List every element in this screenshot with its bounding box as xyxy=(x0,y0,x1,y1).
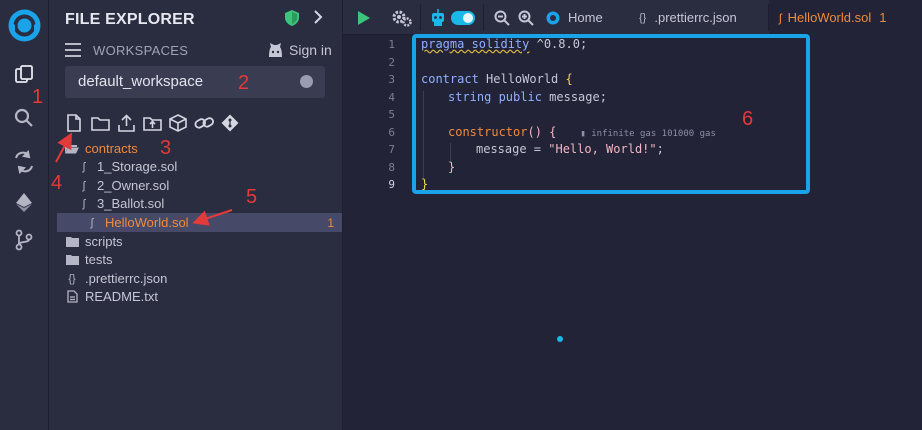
tree-folder-tests[interactable]: tests xyxy=(49,250,342,269)
line-number: 7 xyxy=(388,143,395,156)
tree-item-label: scripts xyxy=(85,234,123,249)
editor-topbar: Home {} .prettierrc.json ʃ HelloWorld.so… xyxy=(343,0,922,35)
tab-prettierrc[interactable]: {} .prettierrc.json xyxy=(639,0,737,35)
deploy-run-icon[interactable] xyxy=(12,190,36,214)
tree-item-label: 2_Owner.sol xyxy=(97,178,170,193)
select-arrow-icon xyxy=(300,75,313,88)
folder-icon xyxy=(65,254,79,265)
run-icon[interactable] xyxy=(357,8,371,28)
settings-gears-icon[interactable] xyxy=(391,8,413,28)
solidity-file-icon: ʃ xyxy=(82,160,86,173)
zoom-out-icon[interactable] xyxy=(494,8,510,28)
workspace-select-value: default_workspace xyxy=(78,73,204,90)
github-icon xyxy=(269,42,282,57)
error-count-badge: 1 xyxy=(327,215,334,230)
tree-file-3-ballot[interactable]: ʃ 3_Ballot.sol xyxy=(49,194,342,213)
line-number: 5 xyxy=(388,108,395,121)
line-number: 6 xyxy=(388,126,395,139)
json-file-icon: {} xyxy=(639,11,647,24)
tree-folder-contracts[interactable]: contracts xyxy=(49,139,342,158)
tree-file-readme[interactable]: README.txt xyxy=(49,287,342,306)
chevron-right-icon[interactable] xyxy=(313,10,323,28)
tree-file-1-storage[interactable]: ʃ 1_Storage.sol xyxy=(49,157,342,176)
sign-in-label: Sign in xyxy=(289,42,332,58)
tab-label: HelloWorld.sol xyxy=(787,10,872,25)
tab-home[interactable]: Home xyxy=(546,0,613,35)
annotation-number: 6 xyxy=(742,108,754,130)
line-number: 3 xyxy=(388,73,395,86)
file-explorer-icon[interactable] xyxy=(12,62,36,86)
tree-file-prettierrc[interactable]: {} .prettierrc.json xyxy=(49,269,342,288)
line-number: 1 xyxy=(388,38,395,51)
annotation-number: 2 xyxy=(238,72,250,94)
zoom-in-icon[interactable] xyxy=(518,8,534,28)
tab-helloworld[interactable]: ʃ HelloWorld.sol 1 xyxy=(769,0,922,35)
tree-file-2-owner[interactable]: ʃ 2_Owner.sol xyxy=(49,176,342,195)
tab-error-badge: 1 xyxy=(879,10,887,25)
tab-label: .prettierrc.json xyxy=(654,10,737,25)
new-folder-icon[interactable] xyxy=(90,113,110,133)
annotation-number: 1 xyxy=(32,86,44,108)
workspaces-label: WORKSPACES xyxy=(93,43,189,58)
package-icon[interactable] xyxy=(168,113,188,133)
icon-rail xyxy=(0,0,49,430)
tree-item-label: .prettierrc.json xyxy=(85,271,168,286)
tree-item-label: 3_Ballot.sol xyxy=(97,196,165,211)
sign-in-button[interactable]: Sign in xyxy=(267,42,332,58)
panel-title: FILE EXPLORER xyxy=(65,11,195,28)
tree-item-label: contracts xyxy=(85,141,138,156)
shield-icon[interactable] xyxy=(285,10,299,31)
new-file-icon[interactable] xyxy=(64,113,84,133)
annotation-number: 5 xyxy=(246,186,258,208)
upload-folder-icon[interactable] xyxy=(142,113,162,133)
text-file-icon xyxy=(65,290,79,303)
annotation-number: 3 xyxy=(160,137,172,159)
solidity-compiler-icon[interactable] xyxy=(12,150,36,174)
solidity-file-icon: ʃ xyxy=(82,179,86,192)
solidity-file-icon: ʃ xyxy=(82,197,86,210)
search-icon[interactable] xyxy=(12,106,36,130)
hamburger-menu-icon[interactable] xyxy=(65,43,81,61)
tab-label: Home xyxy=(568,10,603,25)
copilot-toggle[interactable] xyxy=(451,8,475,28)
git-clone-icon[interactable] xyxy=(220,113,240,133)
tree-item-label: HelloWorld.sol xyxy=(105,215,189,230)
tree-item-label: README.txt xyxy=(85,289,158,304)
line-number: 9 xyxy=(388,178,395,191)
cursor-dot xyxy=(557,336,563,342)
solidity-file-icon: ʃ xyxy=(90,216,94,229)
tree-file-helloworld[interactable]: ʃ HelloWorld.sol 1 xyxy=(57,213,342,232)
folder-icon xyxy=(65,236,79,247)
file-toolbar xyxy=(64,113,240,133)
remix-home-icon xyxy=(546,11,560,24)
upload-file-icon[interactable] xyxy=(116,113,136,133)
solidity-file-icon: ʃ xyxy=(779,10,782,25)
folder-open-icon xyxy=(65,143,79,154)
line-number: 4 xyxy=(388,91,395,104)
file-explorer-panel: FILE EXPLORER WORKSPACES Sign in default… xyxy=(49,0,343,430)
json-file-icon: {} xyxy=(68,272,76,285)
link-icon[interactable] xyxy=(194,113,214,133)
workspace-select[interactable]: default_workspace xyxy=(65,66,325,98)
git-icon[interactable] xyxy=(12,228,36,252)
tree-item-label: tests xyxy=(85,252,113,267)
annotation-number: 4 xyxy=(51,172,63,194)
line-number: 8 xyxy=(388,161,395,174)
copilot-robot-icon[interactable] xyxy=(430,8,446,28)
line-number: 2 xyxy=(388,56,395,69)
tree-folder-scripts[interactable]: scripts xyxy=(49,232,342,251)
tree-item-label: 1_Storage.sol xyxy=(97,159,178,174)
remix-logo-icon[interactable] xyxy=(7,8,42,43)
